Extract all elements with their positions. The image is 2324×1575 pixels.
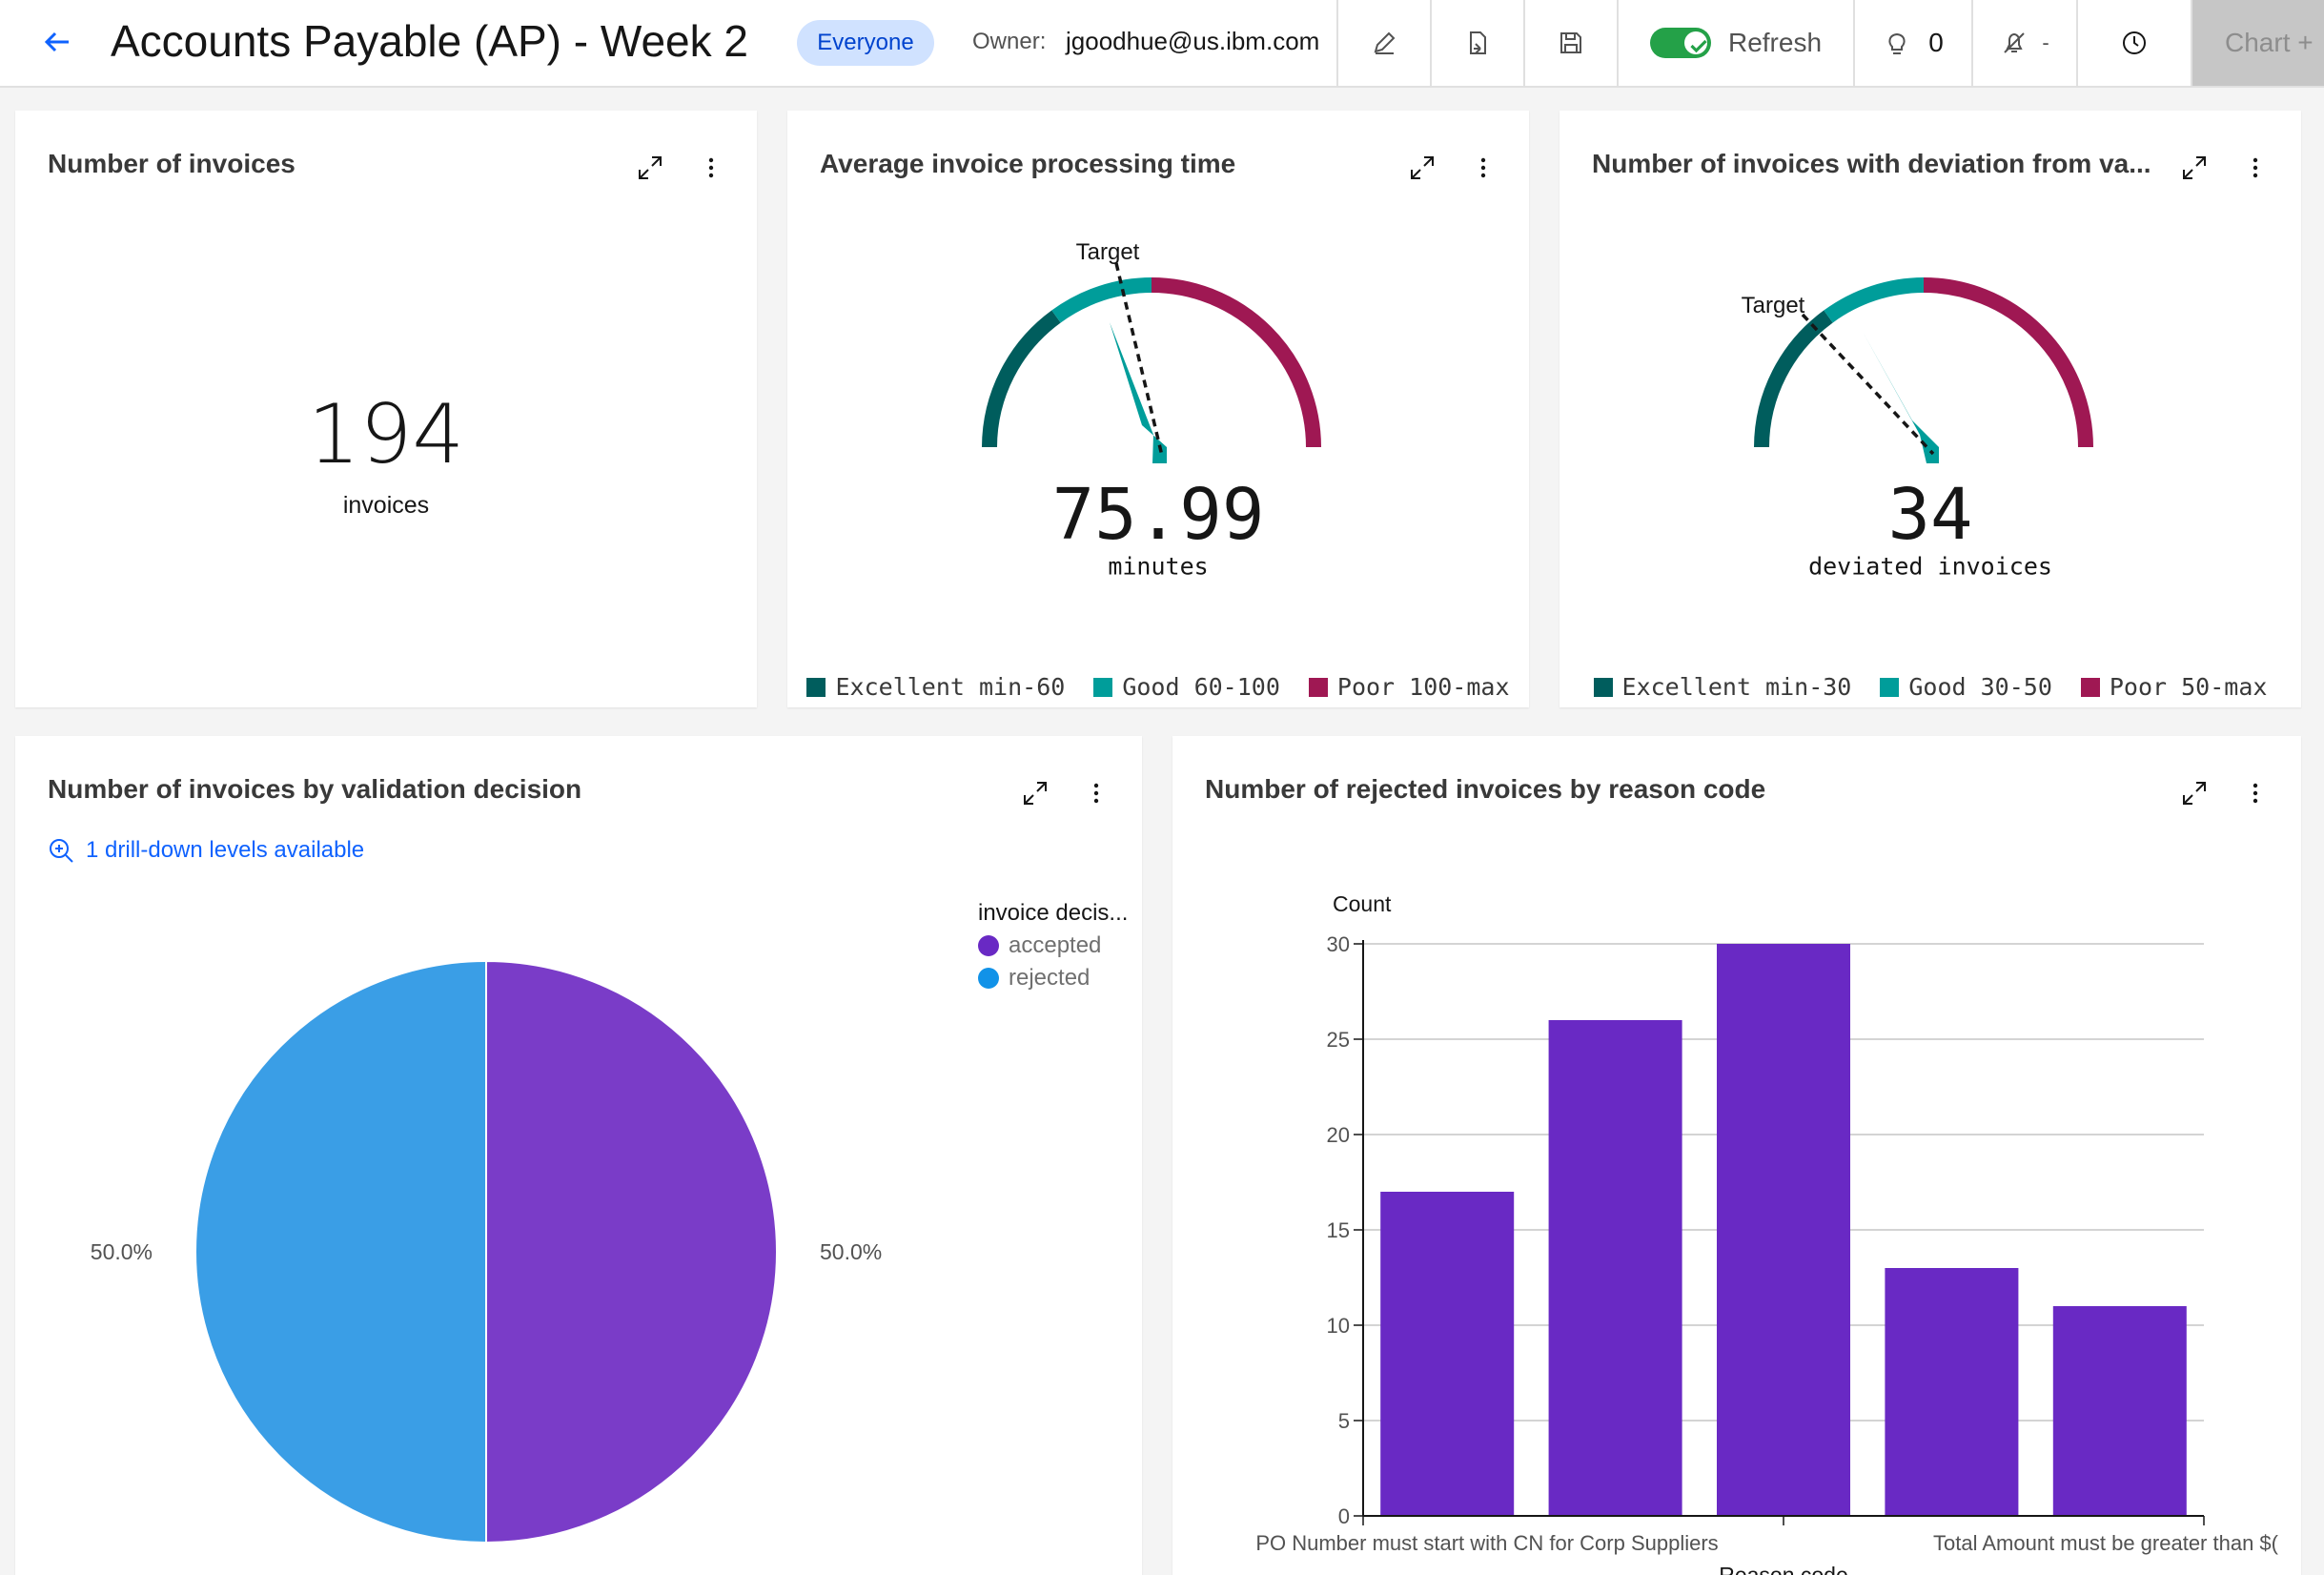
gauge-band-poor [1151,277,1321,448]
x-tick-label: Total Amount must be greater than $( [1933,1531,2279,1555]
pie-slice-accepted[interactable] [485,959,778,1544]
sharing-badge[interactable]: Everyone [797,20,934,66]
add-chart-label: Chart + [2225,28,2314,57]
gauge-value: 75.99 [1052,474,1265,556]
processing-time-card: Average invoice processing time Target 7… [787,111,1529,707]
toggle-switch[interactable] [1649,28,1711,58]
expand-icon[interactable] [631,149,669,187]
gauge-value: 34 [1887,474,1972,556]
pie-chart: 50.0% 50.0% [91,959,882,1544]
history-button[interactable] [2076,0,2191,86]
y-tick-label: 10 [1327,1314,1350,1338]
gauge-legend: Excellent min-30 Good 30-50 Poor 50-max [1560,673,2301,701]
legend-item-poor: Poor 50-max [2080,673,2267,701]
kpi-value: 194 [307,387,465,482]
bar[interactable] [1717,944,1850,1516]
legend-item-excellent: Excellent min-30 [1593,673,1851,701]
export-button[interactable] [1430,0,1523,86]
x-tick-label: PO Number must start with CN for Corp Su… [1255,1531,1718,1555]
checkmark-icon [1683,31,1707,54]
y-axis-label: Count [1333,891,1392,916]
gauge-band-excellent [1754,310,1833,448]
save-icon [1560,32,1581,53]
y-tick-label: 20 [1327,1123,1350,1147]
gauge-chart: Target 75.99 minutes [982,239,1321,580]
gauge-chart: Target 34 deviated invoices [1742,277,2093,580]
legend-item-excellent: Excellent min-60 [806,673,1065,701]
export-icon [1470,31,1486,54]
legend-item-poor: Poor 100-max [1308,673,1510,701]
y-tick-label: 15 [1327,1218,1350,1242]
gauge-band-poor [1923,277,2093,448]
y-tick-label: 0 [1338,1504,1350,1528]
gauge-unit: deviated invoices [1808,552,2052,580]
y-tick-label: 5 [1338,1409,1350,1433]
bar[interactable] [2052,1306,2187,1516]
overflow-menu-icon[interactable] [692,149,730,187]
refresh-toggle[interactable]: Refresh [1617,0,1853,86]
gauge-band-good [1051,277,1152,323]
gauge-target-line [1801,313,1935,456]
deviation-card: Number of invoices with deviation from v… [1560,111,2301,707]
pencil-icon [1374,31,1396,54]
dashboard-header: Accounts Payable (AP) - Week 2 Everyone … [0,0,2324,88]
bell-off-icon [2004,32,2026,53]
insights-button[interactable]: 0 [1853,0,1971,86]
pie-slice-rejected[interactable] [194,959,487,1544]
insights-count: 0 [1928,28,1944,57]
alerts-button[interactable]: - [1971,0,2076,86]
gauge-target-label: Target [1742,293,1805,318]
owner-label: Owner: [972,29,1047,54]
gauge-needle [1110,322,1167,463]
add-chart-button[interactable]: Chart + [2191,0,2324,86]
gauge-legend: Excellent min-60 Good 60-100 Poor 100-ma… [787,673,1529,701]
bar[interactable] [1885,1268,2019,1516]
kpi-unit: invoices [342,492,430,519]
invoices-count-card: Number of invoices 194 invoices [15,111,757,707]
x-axis-label: Reason code [1719,1563,1848,1575]
legend-item-good: Good 60-100 [1093,673,1280,701]
bar[interactable] [1548,1020,1682,1516]
lightbulb-icon [1888,32,1906,54]
alerts-value: - [2042,31,2049,54]
gauge-target-label: Target [1076,239,1140,265]
pie-slice-label: 50.0% [820,1239,882,1264]
legend-item-good: Good 30-50 [1880,673,2052,701]
back-arrow-icon[interactable] [36,21,78,63]
owner-value: jgoodhue@us.ibm.com [1066,27,1320,55]
dashboard-title: Accounts Payable (AP) - Week 2 [111,16,748,66]
clock-icon [2123,31,2146,54]
pie-slice-label: 50.0% [91,1239,153,1264]
bar-chart: Count 0 5 10 15 20 25 30 PO Number must start wi… [1255,891,2279,1575]
gauge-band-excellent [982,310,1061,448]
bar[interactable] [1380,1192,1515,1516]
y-tick-label: 25 [1327,1028,1350,1052]
edit-button[interactable] [1336,0,1430,86]
card-title: Number of invoices [48,149,296,178]
gauge-needle [1863,332,1939,463]
y-tick-label: 30 [1327,932,1350,956]
save-button[interactable] [1523,0,1617,86]
gauge-unit: minutes [1108,552,1208,580]
refresh-label: Refresh [1727,28,1823,57]
gauge-band-good [1824,277,1925,323]
